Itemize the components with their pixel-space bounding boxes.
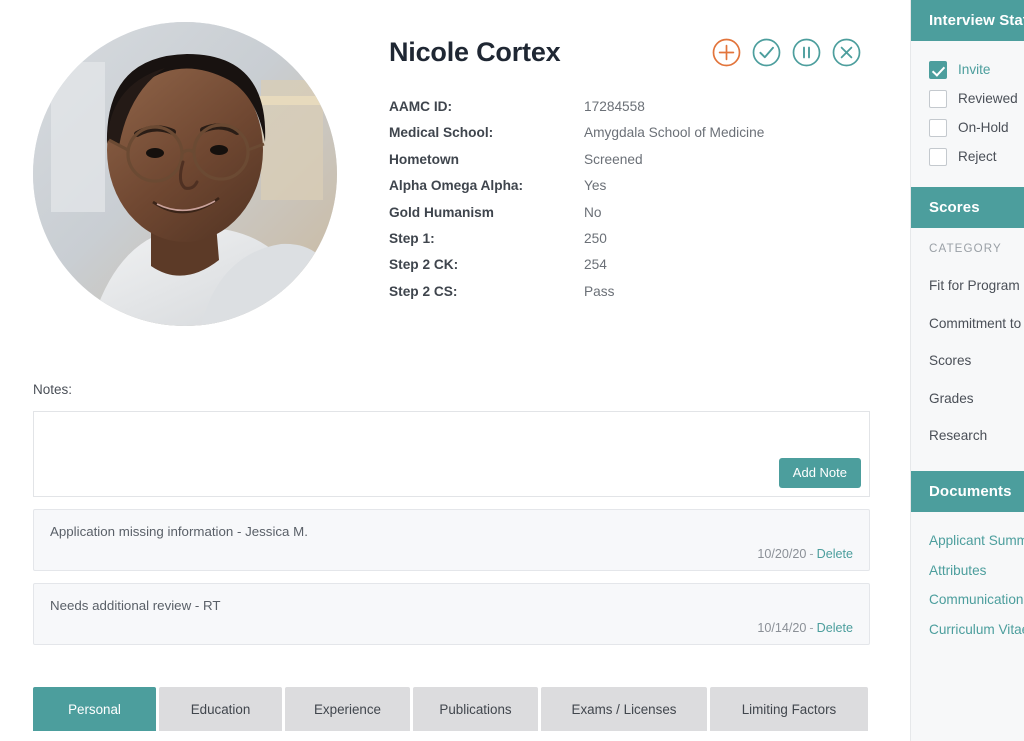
status-option-label: On-Hold (958, 120, 1009, 135)
scores-body: CATEGORY Fit for Program Commitment to Sco… (911, 228, 1024, 471)
tab-personal[interactable]: Personal (33, 687, 156, 731)
detail-row: Gold Humanism No (389, 205, 890, 231)
interview-status-panel: Interview Status Invite Reviewed On-Hold Re… (911, 0, 1024, 187)
pause-icon[interactable] (792, 38, 821, 67)
detail-label: Step 2 CS: (389, 283, 458, 299)
detail-label: Step 2 CK: (389, 257, 459, 273)
name-row: Nicole Cortex (389, 33, 890, 79)
score-row-research[interactable]: Research (929, 417, 1024, 455)
score-row-grades[interactable]: Grades (929, 380, 1024, 418)
detail-value: Yes (584, 178, 607, 194)
right-sidebar: Interview Status Invite Reviewed On-Hold Re… (910, 0, 1024, 741)
delete-note-link[interactable]: Delete (817, 621, 853, 635)
detail-row: AAMC ID: 17284558 (389, 99, 890, 125)
tab-education[interactable]: Education (159, 687, 282, 731)
documents-panel: Documents Applicant SummaryAttributesCom… (911, 470, 1024, 660)
document-link-applicant-summary[interactable]: Applicant Summary (929, 526, 1024, 556)
delete-note-link[interactable]: Delete (817, 547, 853, 561)
document-link-curriculum-vitae[interactable]: Curriculum Vitae (929, 615, 1024, 645)
tab-bar: Personal Education Experience Publications E… (33, 687, 868, 731)
document-link-attributes[interactable]: Attributes (929, 556, 1024, 586)
applicant-profile-page: Nicole Cortex AAMC ID: 17284558 Medical … (0, 0, 1024, 741)
detail-value: 254 (584, 257, 607, 273)
detail-value: 250 (584, 230, 607, 246)
status-option-on-hold[interactable]: On-Hold (929, 113, 1024, 142)
detail-label: Medical School: (389, 125, 494, 141)
detail-row: Step 1: 250 (389, 231, 890, 257)
checkbox-icon[interactable] (929, 118, 947, 137)
tab-limiting-factors[interactable]: Limiting Factors (710, 687, 868, 731)
detail-row: Alpha Omega Alpha: Yes (389, 178, 890, 204)
tab-experience[interactable]: Experience (285, 687, 410, 731)
note-meta: 10/20/20- Delete (757, 547, 853, 561)
note-card: Needs additional review - RT 10/14/20- Del… (33, 583, 870, 645)
document-link-communications[interactable]: Communications (929, 585, 1024, 615)
score-row-scores[interactable]: Scores (929, 342, 1024, 380)
documents-link-list: Applicant SummaryAttributesCommunication… (911, 512, 1024, 660)
note-card: Application missing information - Jessic… (33, 509, 870, 571)
detail-label: AAMC ID: (389, 99, 453, 114)
interview-status-title: Interview Status (911, 0, 1024, 41)
detail-value: 17284558 (584, 99, 645, 114)
checkbox-icon[interactable] (929, 147, 947, 166)
scores-column-header: CATEGORY (929, 242, 1002, 255)
notes-section: Notes: Add Note Application missing info… (33, 382, 870, 645)
scores-title: Scores (911, 187, 1024, 228)
profile-header: Nicole Cortex AAMC ID: 17284558 Medical … (0, 0, 910, 352)
detail-value: Amygdala School of Medicine (584, 125, 765, 141)
checkbox-icon[interactable] (929, 60, 947, 79)
note-input[interactable] (34, 412, 869, 496)
detail-label: Alpha Omega Alpha: (389, 178, 524, 194)
status-option-label: Invite (958, 62, 991, 77)
status-option-reviewed[interactable]: Reviewed (929, 84, 1024, 113)
action-icon-group (712, 38, 861, 67)
detail-field-list: AAMC ID: 17284558 Medical School: Amygdala … (389, 99, 890, 310)
scores-panel: Scores CATEGORY Fit for Program Commitmen… (911, 187, 1024, 471)
detail-value: Pass (584, 283, 615, 299)
notes-label: Notes: (33, 382, 73, 397)
note-meta-separator: - (809, 547, 814, 561)
note-meta-separator: - (809, 621, 814, 635)
status-option-label: Reviewed (958, 91, 1018, 106)
tab-publications[interactable]: Publications (413, 687, 538, 731)
note-text: Application missing information - Jessic… (50, 524, 308, 539)
detail-label: Step 1: (389, 230, 435, 246)
detail-row: Hometown Screened (389, 152, 890, 178)
status-option-reject[interactable]: Reject (929, 142, 1024, 171)
interview-status-options: Invite Reviewed On-Hold Reject (911, 41, 1024, 187)
note-date: 10/20/20 (757, 547, 807, 561)
detail-row: Medical School: Amygdala School of Medici… (389, 125, 890, 151)
note-text: Needs additional review - RT (50, 598, 221, 613)
note-meta: 10/14/20- Delete (757, 621, 853, 635)
check-icon[interactable] (752, 38, 781, 67)
detail-label: Hometown (389, 151, 459, 167)
add-note-button[interactable]: Add Note (778, 458, 861, 488)
score-row-fit-for-program[interactable]: Fit for Program (929, 267, 1024, 305)
checkbox-icon[interactable] (929, 89, 947, 108)
documents-title: Documents (911, 470, 1024, 512)
status-option-label: Reject (958, 149, 997, 164)
tab-exams-licenses[interactable]: Exams / Licenses (541, 687, 707, 731)
detail-label: Gold Humanism (389, 204, 494, 220)
close-icon[interactable] (832, 38, 861, 67)
detail-value: Screened (584, 151, 643, 167)
detail-value: No (584, 204, 602, 220)
detail-row: Step 2 CS: Pass (389, 284, 890, 310)
scores-row-list: Fit for Program Commitment to Scores Grades… (929, 267, 1024, 455)
note-input-container: Add Note (33, 411, 870, 497)
note-date: 10/14/20 (757, 621, 807, 635)
profile-details: Nicole Cortex AAMC ID: 17284558 Medical … (389, 33, 890, 310)
status-option-invite[interactable]: Invite (929, 55, 1024, 84)
note-list: Application missing information - Jessic… (33, 509, 870, 645)
score-row-commitment-to[interactable]: Commitment to (929, 305, 1024, 343)
main-content: Nicole Cortex AAMC ID: 17284558 Medical … (0, 0, 910, 741)
add-icon[interactable] (712, 38, 741, 67)
avatar (33, 22, 337, 326)
detail-row: Step 2 CK: 254 (389, 257, 890, 283)
avatar-photo (33, 22, 337, 326)
